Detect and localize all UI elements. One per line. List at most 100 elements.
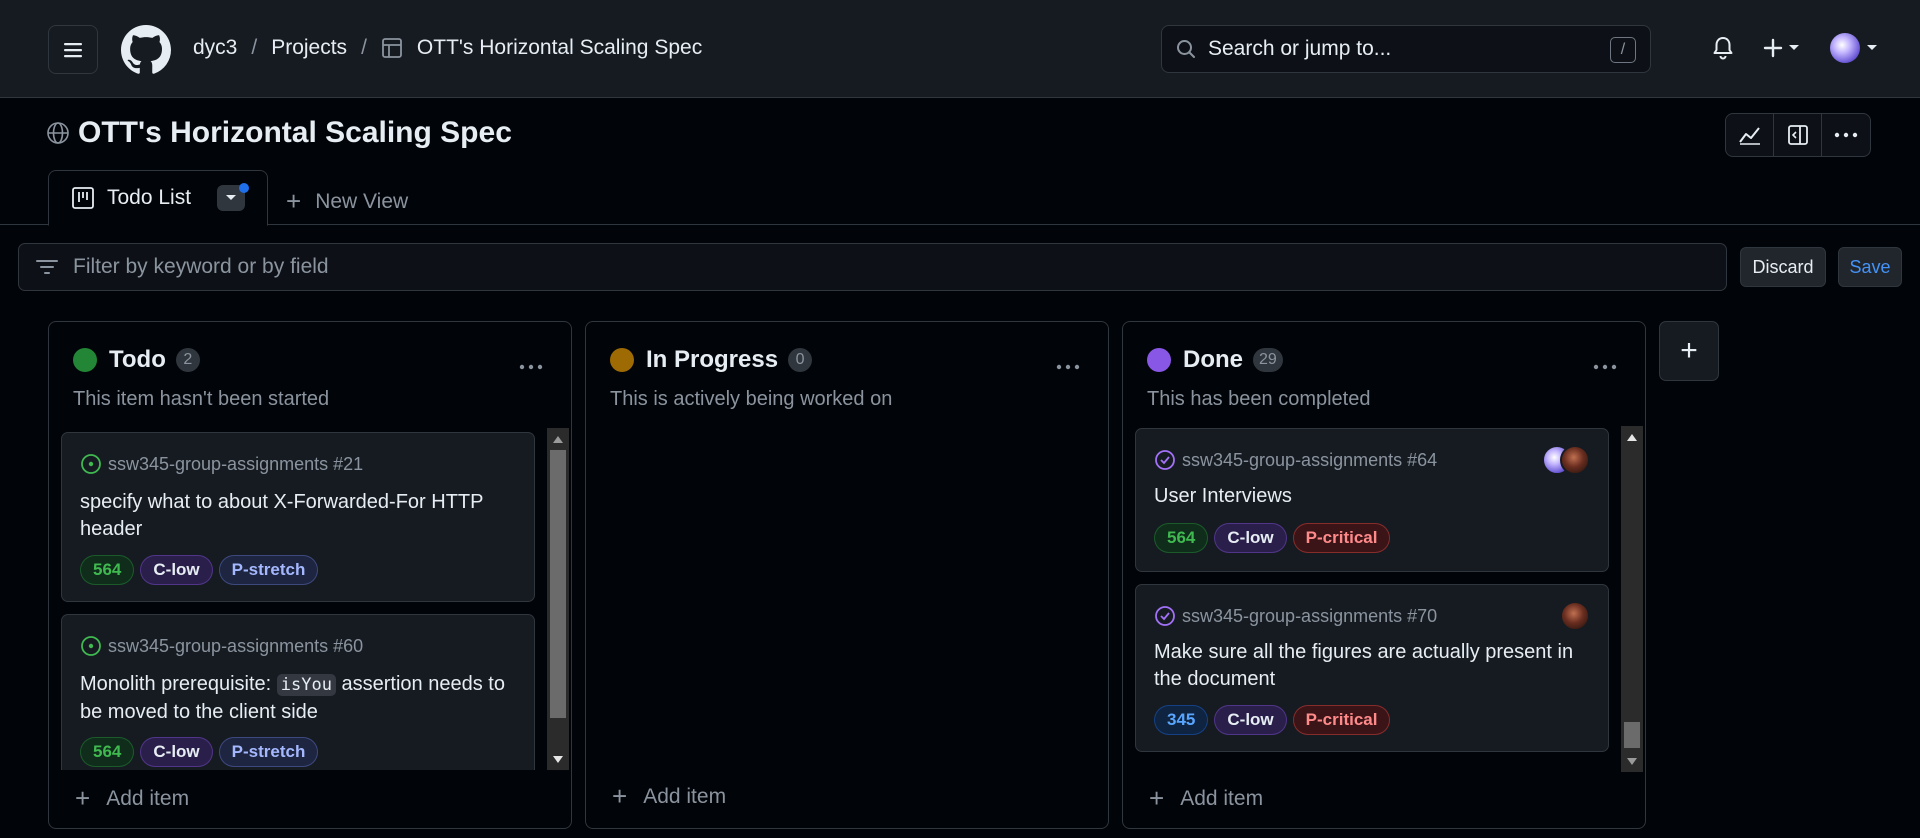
breadcrumb-projects[interactable]: Projects	[271, 36, 347, 60]
tab-label: Todo List	[107, 186, 192, 209]
add-item-label: Add item	[643, 784, 727, 808]
card-ref-text[interactable]: ssw345-group-assignments #60	[108, 636, 363, 657]
scroll-down-arrow[interactable]	[1621, 750, 1643, 772]
github-logo-icon[interactable]	[121, 25, 171, 75]
create-new-button[interactable]	[1762, 37, 1800, 59]
card-list: ssw345-group-assignments #21 specify wha…	[61, 430, 547, 770]
status-color-dot	[1147, 348, 1171, 372]
label-badge[interactable]: P-critical	[1292, 705, 1391, 735]
column-scrollbar[interactable]	[1621, 426, 1643, 772]
menu-button[interactable]	[48, 25, 98, 74]
more-options-button[interactable]	[1822, 114, 1870, 156]
item-card[interactable]: ssw345-group-assignments #60 Monolith pr…	[61, 614, 535, 770]
tab-todo-list[interactable]: Todo List	[48, 170, 268, 226]
breadcrumb: dyc3 / Projects / OTT's Horizontal Scali…	[193, 36, 702, 60]
card-reference: ssw345-group-assignments #60	[80, 635, 363, 657]
label-badge[interactable]: P-stretch	[218, 555, 319, 585]
card-title[interactable]: Monolith prerequisite: isYou assertion n…	[80, 671, 520, 726]
header-actions	[1708, 30, 1878, 66]
column-title: Done	[1183, 346, 1243, 373]
globe-icon	[47, 122, 69, 144]
column-in-progress: In Progress 0 This is actively being wor…	[585, 321, 1109, 829]
column-scrollbar[interactable]	[547, 428, 569, 770]
card-labels: 564 C-low P-stretch	[80, 555, 319, 585]
item-count-badge: 0	[788, 348, 813, 372]
column-description: This has been completed	[1147, 388, 1371, 410]
issue-closed-icon	[1154, 605, 1176, 627]
table-icon	[381, 37, 403, 59]
label-badge[interactable]: 564	[1154, 523, 1209, 553]
card-reference: ssw345-group-assignments #21	[80, 453, 363, 475]
side-panel-button[interactable]	[1774, 114, 1822, 156]
card-labels: 564 C-low P-stretch	[80, 737, 319, 767]
column-menu-button[interactable]	[519, 350, 543, 376]
search-shortcut-badge: /	[1610, 37, 1636, 63]
column-todo: Todo 2 This item hasn't been started ssw…	[48, 321, 572, 829]
scrollbar-thumb[interactable]	[550, 450, 566, 718]
item-card[interactable]: ssw345-group-assignments #21 specify wha…	[61, 432, 535, 602]
add-item-button[interactable]: + Add item	[75, 783, 189, 814]
card-title[interactable]: User Interviews	[1154, 483, 1594, 510]
label-badge[interactable]: C-low	[140, 737, 213, 767]
label-badge[interactable]: P-stretch	[218, 737, 319, 767]
status-color-dot	[610, 348, 634, 372]
breadcrumb-project[interactable]: OTT's Horizontal Scaling Spec	[417, 36, 702, 60]
card-ref-text[interactable]: ssw345-group-assignments #64	[1182, 450, 1437, 471]
avatar	[1830, 33, 1860, 63]
issue-open-icon	[80, 453, 102, 475]
item-count-badge: 29	[1253, 348, 1283, 372]
card-ref-text[interactable]: ssw345-group-assignments #70	[1182, 606, 1437, 627]
avatar[interactable]	[1560, 601, 1590, 631]
item-card[interactable]: ssw345-group-assignments #64 User Interv…	[1135, 428, 1609, 572]
plus-icon: +	[612, 781, 628, 811]
add-column-button[interactable]: +	[1659, 321, 1719, 381]
scrollbar-thumb[interactable]	[1624, 722, 1640, 748]
label-badge[interactable]: 564	[80, 555, 135, 585]
add-item-button[interactable]: + Add item	[1149, 783, 1263, 814]
avatar[interactable]	[1560, 445, 1590, 475]
scroll-up-arrow[interactable]	[1621, 426, 1643, 448]
card-title[interactable]: specify what to about X-Forwarded-For HT…	[80, 489, 520, 543]
label-badge[interactable]: C-low	[1214, 523, 1287, 553]
user-avatar-menu[interactable]	[1830, 33, 1878, 63]
new-view-button[interactable]: + New View	[286, 186, 408, 217]
item-count-badge: 2	[175, 348, 200, 372]
insights-button[interactable]	[1726, 114, 1774, 156]
scroll-up-arrow[interactable]	[547, 428, 569, 450]
assignee-avatars	[1560, 601, 1590, 631]
card-list: ssw345-group-assignments #64 User Interv…	[1135, 428, 1621, 776]
breadcrumb-separator: /	[361, 36, 367, 59]
search-input[interactable]: Search or jump to... /	[1161, 25, 1651, 73]
insights-icon	[1738, 127, 1760, 145]
column-description: This item hasn't been started	[73, 388, 330, 410]
label-badge[interactable]: C-low	[1214, 705, 1287, 735]
label-badge[interactable]: C-low	[140, 555, 213, 585]
more-icon	[1056, 364, 1080, 370]
column-menu-button[interactable]	[1593, 350, 1617, 376]
save-button[interactable]: Save	[1838, 247, 1902, 287]
add-item-button[interactable]: + Add item	[612, 781, 726, 812]
label-badge[interactable]: P-critical	[1292, 523, 1391, 553]
scroll-down-arrow[interactable]	[547, 748, 569, 770]
bell-icon[interactable]	[1708, 30, 1738, 66]
column-menu-button[interactable]	[1056, 350, 1080, 376]
card-ref-text[interactable]: ssw345-group-assignments #21	[108, 454, 363, 475]
card-labels: 564 C-low P-critical	[1154, 523, 1391, 553]
add-item-label: Add item	[106, 786, 190, 810]
project-title-bar: OTT's Horizontal Scaling Spec	[46, 116, 512, 150]
breadcrumb-owner[interactable]: dyc3	[193, 36, 237, 60]
plus-icon	[1763, 38, 1783, 58]
card-title[interactable]: Make sure all the figures are actually p…	[1154, 639, 1594, 693]
label-badge[interactable]: 345	[1154, 705, 1209, 735]
issue-closed-icon	[1154, 449, 1176, 471]
item-card[interactable]: ssw345-group-assignments #70 Make sure a…	[1135, 584, 1609, 752]
card-reference: ssw345-group-assignments #70	[1154, 605, 1437, 627]
tabs-divider	[0, 224, 1920, 225]
caret-down-icon	[226, 195, 236, 200]
side-panel-icon	[1787, 125, 1808, 145]
label-badge[interactable]: 564	[80, 737, 135, 767]
status-color-dot	[73, 348, 97, 372]
assignee-avatars	[1542, 445, 1590, 475]
filter-input[interactable]: Filter by keyword or by field	[18, 243, 1727, 291]
discard-button[interactable]: Discard	[1740, 247, 1826, 287]
